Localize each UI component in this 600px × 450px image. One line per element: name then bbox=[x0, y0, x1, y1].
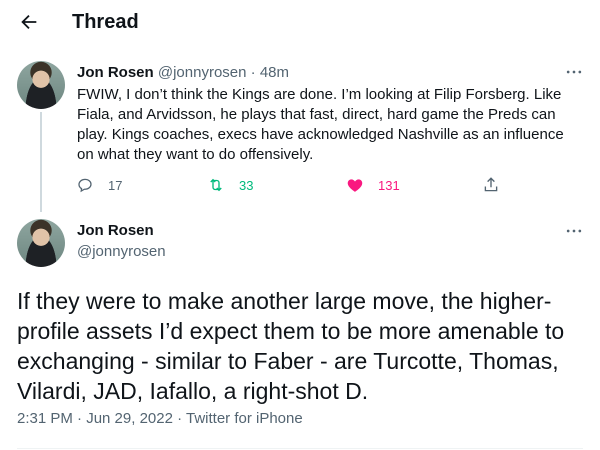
avatar[interactable] bbox=[17, 61, 65, 109]
like-count: 131 bbox=[378, 177, 400, 193]
author-handle[interactable]: @jonnyrosen bbox=[158, 64, 247, 81]
more-icon[interactable] bbox=[564, 221, 584, 241]
retweet-count: 33 bbox=[239, 177, 254, 193]
dot-separator: · bbox=[250, 64, 256, 81]
thread-header: Thread bbox=[0, 0, 600, 46]
back-arrow-icon[interactable] bbox=[18, 11, 40, 33]
tweet-time[interactable]: 48m bbox=[260, 64, 289, 81]
more-icon[interactable] bbox=[564, 62, 584, 82]
reply-count: 17 bbox=[108, 177, 123, 193]
retweet-icon bbox=[210, 178, 222, 192]
tweet-text: If they were to make another large move,… bbox=[17, 288, 565, 404]
author-name[interactable]: Jon Rosen bbox=[77, 64, 154, 81]
retweet-button[interactable]: 33 bbox=[207, 174, 253, 196]
divider bbox=[17, 448, 583, 449]
tweet-header: Jon Rosen @jonnyrosen · 48m bbox=[77, 64, 289, 81]
share-icon bbox=[484, 177, 498, 192]
author-name[interactable]: Jon Rosen bbox=[77, 222, 154, 239]
avatar[interactable] bbox=[17, 219, 65, 267]
page-title: Thread bbox=[72, 11, 139, 33]
heart-icon bbox=[347, 179, 363, 192]
share-button[interactable] bbox=[482, 174, 514, 196]
thread-connector-line bbox=[40, 112, 42, 212]
like-button[interactable]: 131 bbox=[346, 174, 400, 196]
author-handle[interactable]: @jonnyrosen bbox=[77, 243, 166, 260]
tweet-text: FWIW, I don’t think the Kings are done. … bbox=[77, 86, 564, 163]
reply-button[interactable]: 17 bbox=[76, 174, 122, 196]
tweet-timestamp-source[interactable]: 2:31 PM · Jun 29, 2022 · Twitter for iPh… bbox=[17, 410, 303, 427]
reply-icon bbox=[78, 178, 92, 193]
